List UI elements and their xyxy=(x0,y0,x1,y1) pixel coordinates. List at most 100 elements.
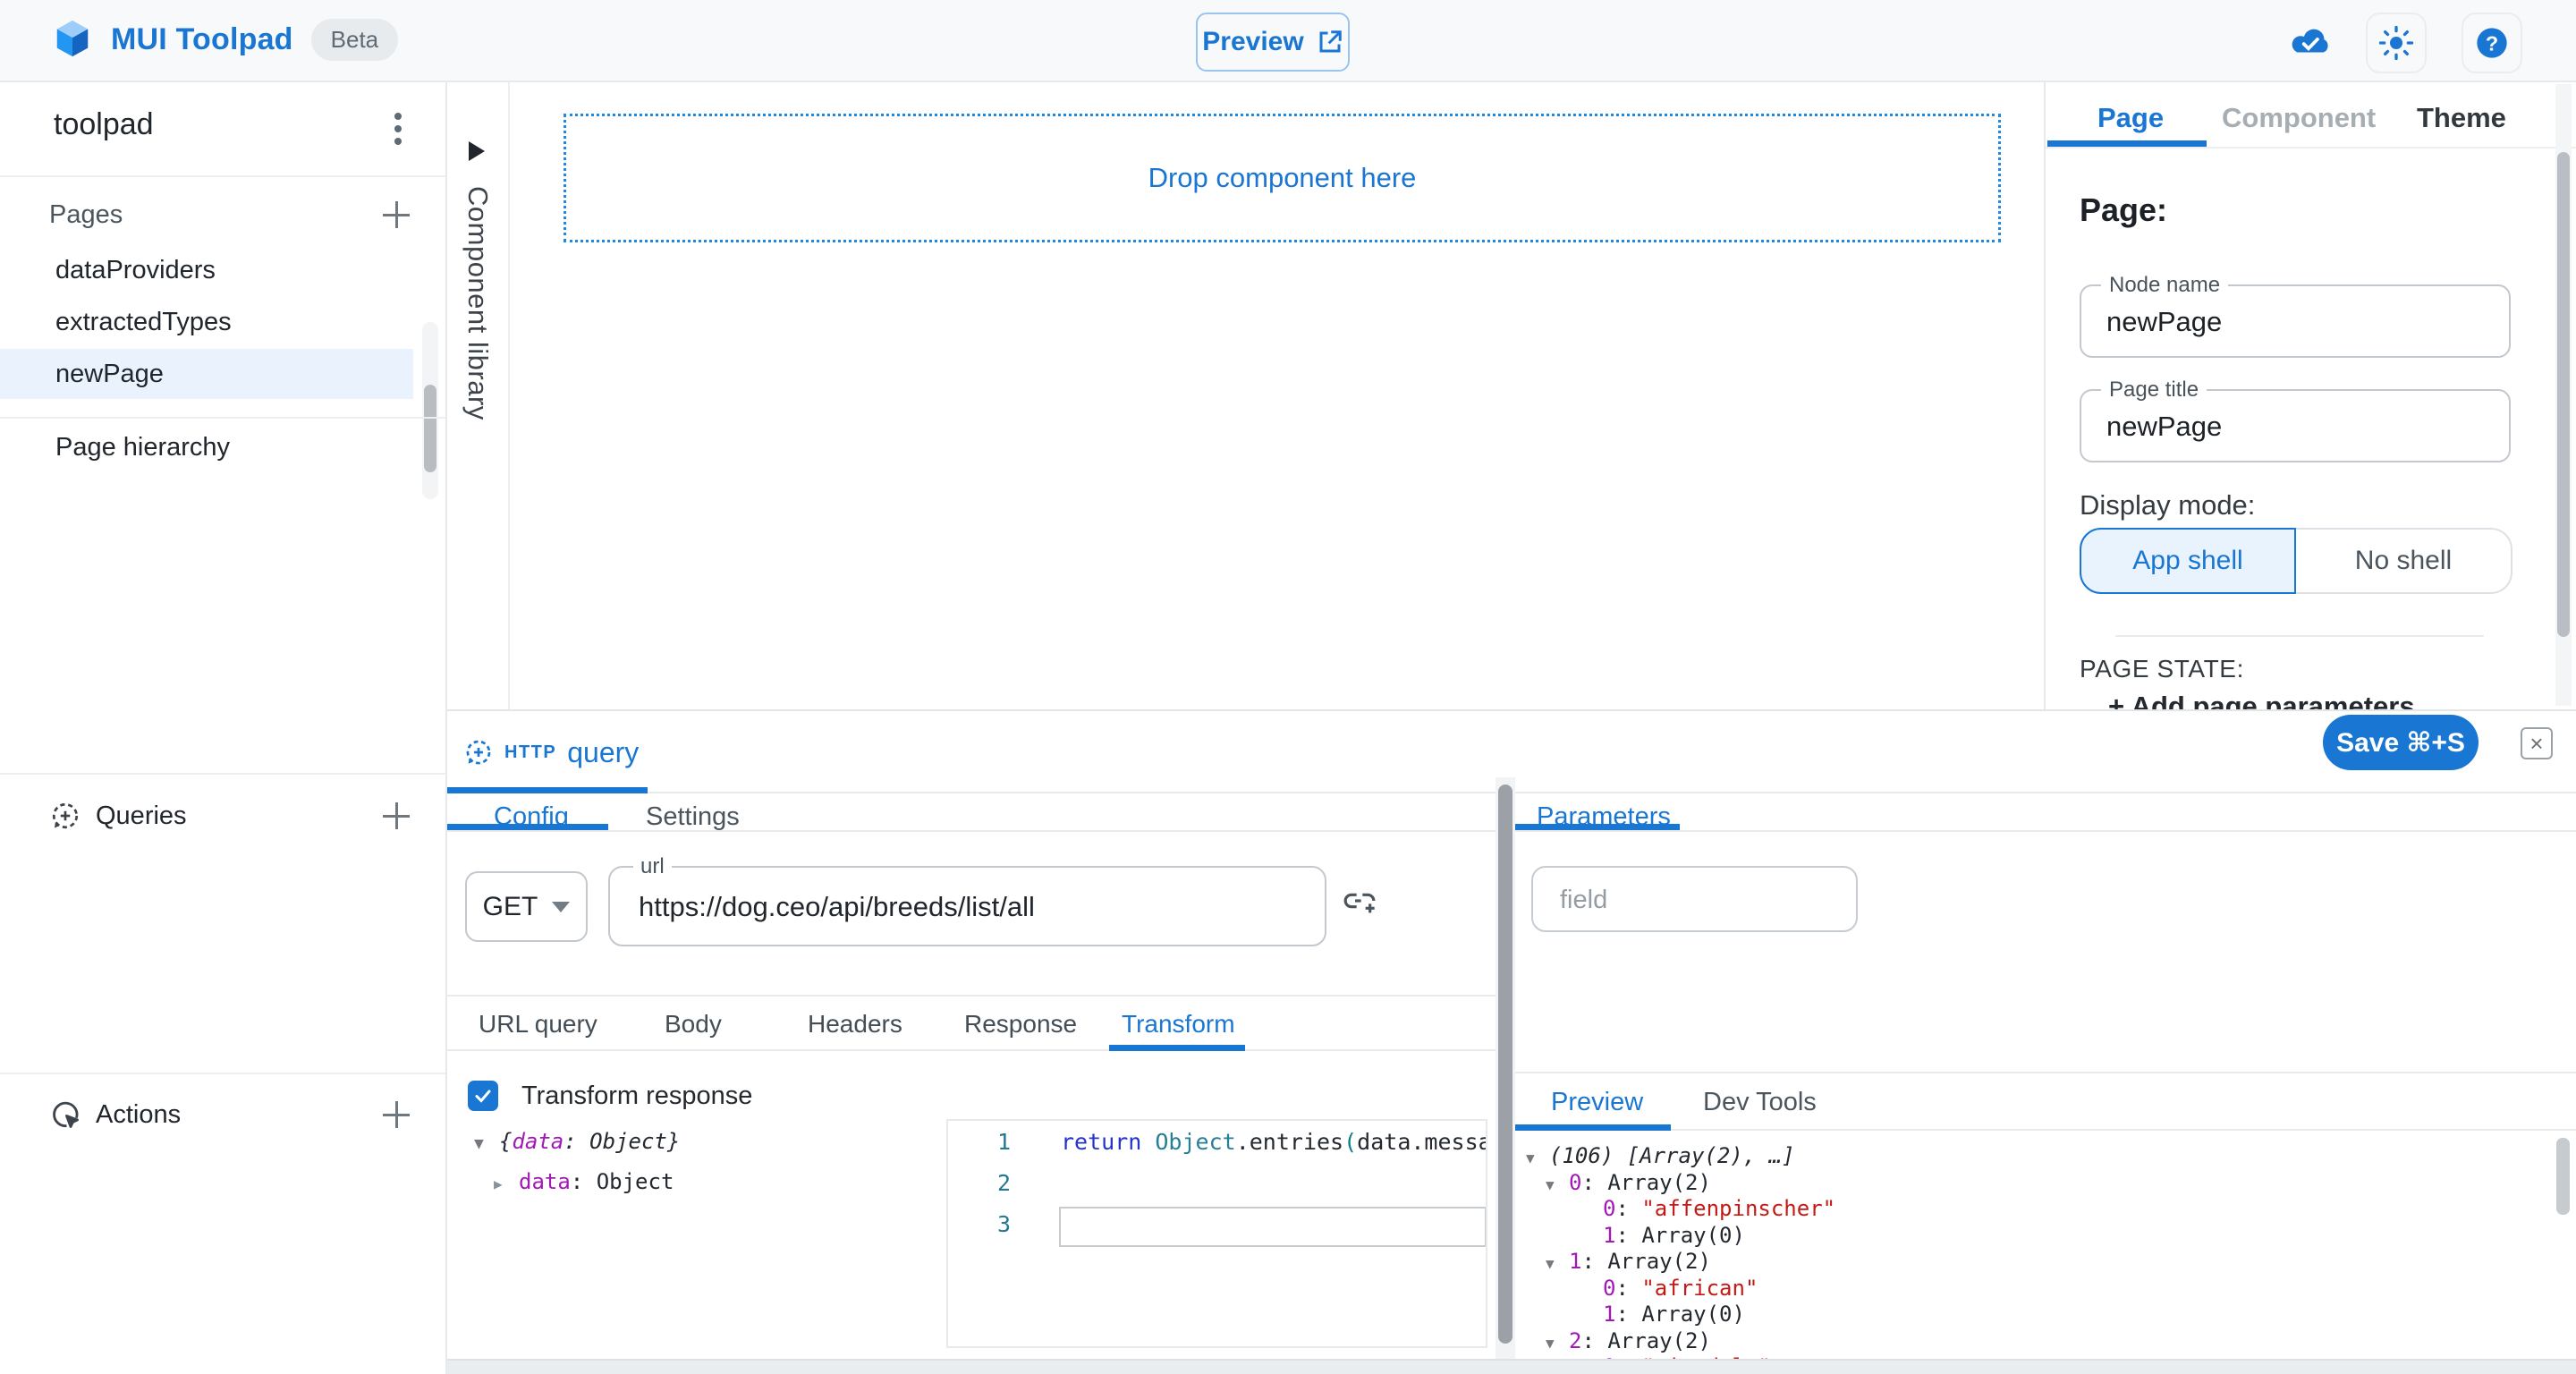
query-editor-panel: HTTP query Save ⌘+S × Config Settings GE… xyxy=(447,709,2576,1374)
drop-zone[interactable]: Drop component here xyxy=(564,114,2001,242)
theme-toggle-button[interactable] xyxy=(2366,13,2427,73)
add-page-button[interactable] xyxy=(381,199,411,230)
light-mode-sun-icon xyxy=(2378,25,2414,61)
tab-url-query[interactable]: URL query xyxy=(479,1010,597,1039)
queries-icon xyxy=(49,800,81,832)
expand-library-icon xyxy=(469,141,485,161)
tab-settings[interactable]: Settings xyxy=(646,802,740,832)
explorer-sidebar: toolpad Pages dataProviders extractedTyp… xyxy=(0,82,447,1374)
request-subtabs: URL query Body Headers Response Transfor… xyxy=(447,995,1496,1051)
tree-node-data[interactable]: ▶data: Object xyxy=(474,1163,680,1203)
json-row[interactable]: ▼2: Array(2) xyxy=(1515,1328,2553,1355)
actions-section-label[interactable]: Actions xyxy=(96,1100,181,1130)
beta-badge: Beta xyxy=(311,19,399,61)
tab-transform[interactable]: Transform xyxy=(1122,1010,1235,1039)
pages-scrollbar[interactable] xyxy=(422,322,438,499)
active-parameters-tab-indicator xyxy=(1515,824,1680,830)
page-title-field: Page title xyxy=(2080,389,2511,462)
queries-section-label[interactable]: Queries xyxy=(96,802,187,831)
line-number: 1 xyxy=(948,1129,1011,1155)
actions-icon xyxy=(49,1098,81,1131)
preview-button[interactable]: Preview xyxy=(1196,13,1350,72)
close-icon: × xyxy=(2529,732,2543,755)
bottom-scroll-strip xyxy=(447,1359,2576,1374)
tab-page[interactable]: Page xyxy=(2097,102,2164,134)
node-name-input[interactable] xyxy=(2105,286,2484,358)
help-button[interactable]: ? xyxy=(2462,13,2522,73)
app-shell-option[interactable]: App shell xyxy=(2080,528,2296,594)
divider xyxy=(447,830,1496,832)
parameter-field-input[interactable] xyxy=(1558,868,1830,932)
add-query-button[interactable] xyxy=(381,801,411,831)
query-name-label: query xyxy=(567,736,639,769)
page-item-label: newPage xyxy=(55,360,164,389)
transform-response-label: Transform response xyxy=(521,1081,752,1111)
sidebar-item-dataproviders[interactable]: dataProviders xyxy=(0,245,413,295)
active-query-tab-indicator xyxy=(447,787,648,793)
drop-hint-label: Drop component here xyxy=(1148,162,1417,194)
chevron-down-icon xyxy=(552,902,570,912)
page-hierarchy-label[interactable]: Page hierarchy xyxy=(55,433,230,462)
parameter-field xyxy=(1531,866,1858,932)
add-page-parameters-button[interactable]: + Add page parameters xyxy=(2108,691,2415,709)
node-name-field: Node name xyxy=(2080,284,2511,358)
sidebar-item-newpage[interactable]: newPage xyxy=(0,349,413,399)
query-tab[interactable]: HTTP query xyxy=(447,711,648,793)
json-row[interactable]: ▼1: Array(2) xyxy=(1515,1249,2553,1276)
add-action-button[interactable] xyxy=(381,1099,411,1130)
json-row[interactable]: 1: Array(0) xyxy=(1515,1302,2553,1328)
transform-code-editor[interactable]: 1 return Object.entries(data.messag 2 3 xyxy=(946,1119,1487,1348)
component-library-label: Component library xyxy=(462,186,494,420)
json-row[interactable]: 1: Array(0) xyxy=(1515,1223,2553,1250)
tab-component[interactable]: Component xyxy=(2222,102,2376,134)
json-row[interactable]: 0: "affenpinscher" xyxy=(1515,1196,2553,1223)
display-mode-toggle: App shell No shell xyxy=(2080,528,2512,594)
json-row[interactable]: 0: "african" xyxy=(1515,1276,2553,1302)
svg-text:?: ? xyxy=(2486,31,2498,55)
http-query-icon xyxy=(463,737,494,768)
tab-theme[interactable]: Theme xyxy=(2417,102,2506,134)
json-row[interactable]: ▼(106) [Array(2), …] xyxy=(1515,1143,2553,1170)
page-state-label: PAGE STATE: xyxy=(2080,655,2244,683)
save-button[interactable]: Save ⌘+S xyxy=(2323,715,2479,770)
close-panel-button[interactable]: × xyxy=(2521,727,2553,759)
sidebar-item-extractedtypes[interactable]: extractedTypes xyxy=(0,297,413,347)
brand: MUI Toolpad Beta xyxy=(52,18,398,61)
http-method-value: GET xyxy=(483,892,538,922)
add-link-binding-icon[interactable] xyxy=(1342,883,1377,919)
tab-response[interactable]: Response xyxy=(964,1010,1077,1039)
result-scrollbar[interactable] xyxy=(2556,1138,2570,1215)
page-canvas: Drop component here xyxy=(510,82,2044,709)
tab-body[interactable]: Body xyxy=(665,1010,722,1039)
triangle-right-icon: ▶ xyxy=(494,1166,519,1203)
transform-response-checkbox[interactable] xyxy=(468,1081,498,1111)
tab-preview[interactable]: Preview xyxy=(1551,1088,1643,1117)
tab-headers[interactable]: Headers xyxy=(808,1010,902,1039)
page-title-input[interactable] xyxy=(2105,391,2484,462)
divider xyxy=(2115,635,2484,637)
project-menu-button[interactable] xyxy=(385,109,411,148)
protocol-badge: HTTP xyxy=(504,742,556,763)
divider xyxy=(0,1073,445,1074)
line-number: 3 xyxy=(948,1211,1011,1237)
component-library-rail[interactable]: Component library xyxy=(447,82,510,709)
cloud-synced-icon xyxy=(2288,23,2333,59)
active-tab-indicator xyxy=(2047,140,2207,147)
url-input[interactable] xyxy=(637,868,1302,946)
display-mode-label: Display mode: xyxy=(2080,489,2255,522)
panel-splitter-scrollbar[interactable] xyxy=(1496,777,1515,1374)
tab-dev-tools[interactable]: Dev Tools xyxy=(1703,1088,1817,1117)
http-method-select[interactable]: GET xyxy=(465,871,588,942)
tree-node-root[interactable]: ▼{data: Object} xyxy=(474,1123,680,1163)
scope-tree: ▼{data: Object} ▶data: Object xyxy=(474,1123,680,1203)
divider xyxy=(0,417,445,419)
json-row[interactable]: ▼0: Array(2) xyxy=(1515,1170,2553,1197)
no-shell-option[interactable]: No shell xyxy=(2296,528,2512,594)
inspector-scrollbar[interactable] xyxy=(2555,84,2572,706)
code-line-1: return Object.entries(data.messag xyxy=(1061,1129,1487,1155)
app-title: MUI Toolpad xyxy=(111,22,293,57)
inspector-tabs: Page Component Theme xyxy=(2046,82,2576,148)
page-item-label: dataProviders xyxy=(55,256,216,285)
result-tabs: Preview Dev Tools Run xyxy=(1515,1072,2576,1131)
project-name: toolpad xyxy=(54,107,154,142)
